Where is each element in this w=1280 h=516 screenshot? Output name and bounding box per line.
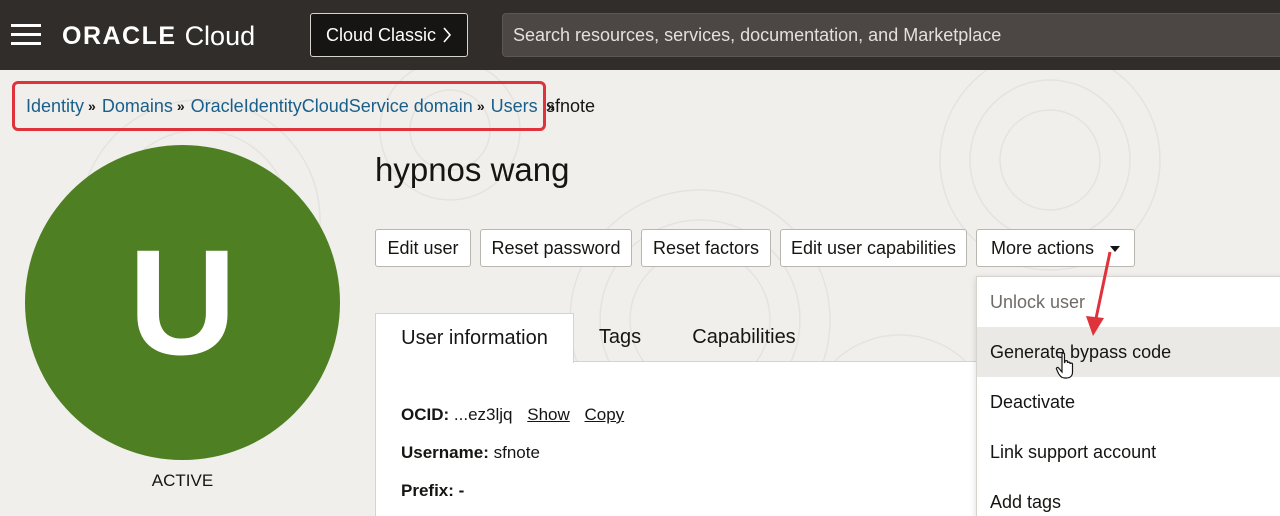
- more-actions-label: More actions: [990, 237, 1095, 258]
- hamburger-menu-icon[interactable]: [11, 24, 41, 46]
- reset-password-button[interactable]: Reset password: [480, 229, 632, 267]
- ocid-row: OCID: ...ez3ljq Show Copy: [401, 405, 624, 425]
- cloud-classic-label: Cloud Classic: [325, 24, 437, 45]
- menu-item-deactivate[interactable]: Deactivate: [977, 377, 1280, 427]
- avatar-letter: U: [128, 218, 237, 386]
- breadcrumb-separator: »: [176, 98, 185, 114]
- cloud-classic-button[interactable]: Cloud Classic: [310, 13, 468, 57]
- prefix-value: -: [458, 481, 465, 500]
- caret-down-icon: [1110, 246, 1121, 252]
- breadcrumb-current: sfnote: [546, 96, 596, 116]
- breadcrumb: Identity » Domains » OracleIdentityCloud…: [12, 81, 555, 131]
- menu-item-generate-bypass-code[interactable]: Generate bypass code: [977, 327, 1280, 377]
- prefix-row: Prefix: -: [401, 481, 464, 501]
- chevron-right-icon: [443, 27, 452, 43]
- prefix-label: Prefix:: [401, 481, 454, 500]
- top-navigation-bar: ORACLE Cloud Cloud Classic: [0, 0, 1280, 70]
- edit-user-capabilities-button[interactable]: Edit user capabilities: [780, 229, 967, 267]
- edit-user-button[interactable]: Edit user: [375, 229, 471, 267]
- status-label: ACTIVE: [151, 471, 214, 490]
- tab-capabilities[interactable]: Capabilities: [666, 313, 822, 362]
- ocid-value: ...ez3ljq: [453, 405, 513, 424]
- logo-oracle-text: ORACLE: [62, 21, 177, 50]
- username-label: Username:: [401, 443, 489, 462]
- menu-item-link-support-account[interactable]: Link support account: [977, 427, 1280, 477]
- breadcrumb-identity[interactable]: Identity: [26, 96, 84, 117]
- copy-ocid-link[interactable]: Copy: [585, 405, 625, 424]
- breadcrumb-separator: »: [88, 98, 96, 114]
- tab-user-information[interactable]: User information: [375, 313, 574, 363]
- menu-item-add-tags[interactable]: Add tags: [977, 477, 1280, 516]
- breadcrumb-domain[interactable]: OracleIdentityCloudService domain: [191, 96, 473, 117]
- global-search[interactable]: [502, 13, 1280, 57]
- oracle-cloud-logo[interactable]: ORACLE Cloud: [62, 18, 255, 54]
- tab-tags[interactable]: Tags: [574, 313, 666, 362]
- menu-item-unlock-user[interactable]: Unlock user: [977, 277, 1280, 327]
- show-ocid-link[interactable]: Show: [527, 405, 570, 424]
- ocid-label: OCID:: [401, 405, 450, 424]
- breadcrumb-domains[interactable]: Domains: [102, 96, 173, 117]
- search-input[interactable]: [503, 14, 1280, 56]
- breadcrumb-users[interactable]: Users: [491, 96, 538, 117]
- more-actions-button[interactable]: More actions: [976, 229, 1135, 267]
- breadcrumb-separator: »: [476, 98, 485, 114]
- more-actions-menu: Unlock user Generate bypass code Deactiv…: [976, 276, 1280, 516]
- reset-factors-button[interactable]: Reset factors: [641, 229, 771, 267]
- logo-cloud-text: Cloud: [184, 20, 256, 51]
- username-row: Username: sfnote: [401, 443, 540, 463]
- username-value: sfnote: [493, 443, 540, 462]
- page-title: hypnos wang: [375, 151, 570, 188]
- avatar: U: [25, 145, 340, 460]
- user-details-panel: [375, 361, 985, 516]
